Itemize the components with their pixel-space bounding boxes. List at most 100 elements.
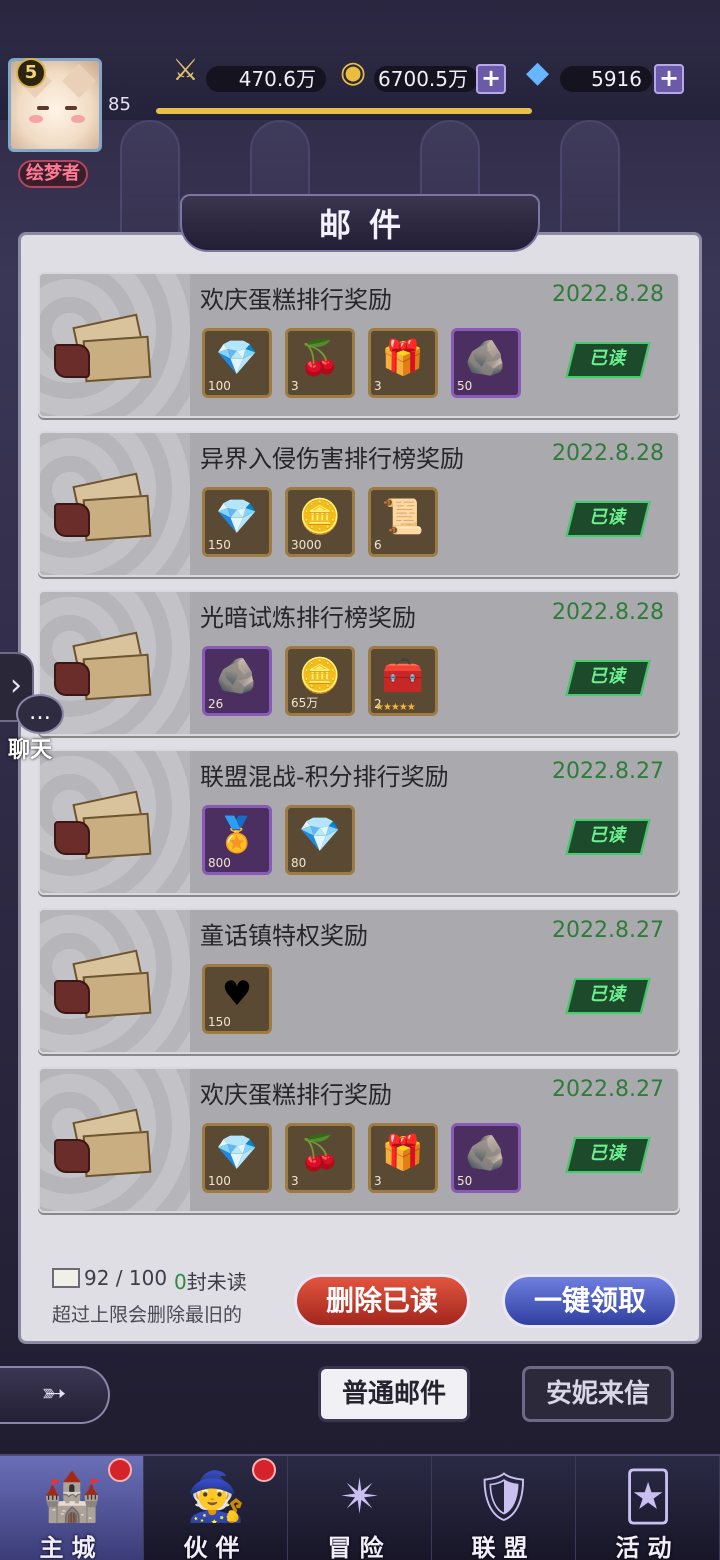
adventure-icon: ✴ [339, 1469, 381, 1525]
chat-label[interactable]: 聊天 [8, 732, 52, 764]
reward-item[interactable]: 🪙 3000 [285, 487, 355, 557]
player-exp-level: 85 [108, 94, 131, 115]
nav-label: 联盟 [471, 1534, 536, 1560]
reward-item[interactable]: 🪙 65万 [285, 646, 355, 716]
gold-coin-icon: ◉ [340, 55, 367, 90]
mail-item[interactable]: 光暗试炼排行榜奖励 2022.8.28 🪨 26 🪙 65万 🧰 2 ★★★★★… [38, 590, 680, 736]
exp-progress-bar [156, 108, 532, 114]
mail-item[interactable]: 欢庆蛋糕排行奖励 2022.8.28 💎 100 🍒 3 🎁 3 🪨 50 已读 [38, 272, 680, 418]
rune-stone-icon: 🪨 [464, 338, 508, 378]
rune-stone-icon: 🪨 [464, 1133, 508, 1173]
mail-date: 2022.8.28 [552, 282, 664, 307]
reward-item[interactable]: 🪨 26 [202, 646, 272, 716]
claim-all-button[interactable]: 一键领取 [502, 1274, 678, 1328]
gold-coin-icon: 🪙 [298, 497, 342, 537]
back-button[interactable]: ➳ [0, 1366, 110, 1424]
reward-count: 50 [457, 1174, 473, 1188]
reward-item[interactable]: 🧰 2 ★★★★★ [368, 646, 438, 716]
reward-list: 🏅 800 💎 80 [202, 805, 355, 875]
reward-count: 50 [457, 379, 473, 393]
reward-item[interactable]: 🪨 50 [451, 328, 521, 398]
reward-count: 100 [208, 379, 231, 393]
diamond-icon: 💎 [215, 338, 259, 378]
gold-coin-icon: 🪙 [298, 656, 342, 696]
envelope-icon [52, 1268, 80, 1288]
tab-normal-mail[interactable]: 普通邮件 [318, 1366, 470, 1422]
read-status-badge: 已读 [565, 501, 651, 537]
mailbox-limit-hint: 超过上限会删除最旧的 [52, 1304, 243, 1326]
mail-title: 异界入侵伤害排行榜奖励 [200, 445, 464, 473]
reward-item[interactable]: 💎 150 [202, 487, 272, 557]
reward-item[interactable]: 🍒 3 [285, 328, 355, 398]
mail-item[interactable]: 欢庆蛋糕排行奖励 2022.8.27 💎 100 🍒 3 🎁 3 🪨 50 已读 [38, 1067, 680, 1213]
diamond-icon: 💎 [298, 815, 342, 855]
reward-list: 💎 150 🪙 3000 📜 6 [202, 487, 438, 557]
mail-date: 2022.8.27 [552, 918, 664, 943]
mail-title: 联盟混战-积分排行奖励 [200, 763, 449, 791]
mail-item[interactable]: 童话镇特权奖励 2022.8.27 ♥ 150 已读 [38, 908, 680, 1054]
cake-icon: 🍒 [298, 1133, 342, 1173]
add-diamond-button[interactable]: + [654, 64, 684, 94]
nav-main-city[interactable]: 🏰 主城 [0, 1456, 144, 1560]
reward-item[interactable]: 💎 80 [285, 805, 355, 875]
cake-icon: 🍒 [298, 338, 342, 378]
reward-count: 6 [374, 538, 382, 552]
alliance-icon: 🛡 [473, 1469, 535, 1525]
scroll-icon: 📜 [381, 497, 425, 537]
reward-count: 150 [208, 1015, 231, 1029]
diamond-icon: 💎 [215, 1133, 259, 1173]
nav-alliance[interactable]: 🛡 联盟 [432, 1456, 576, 1560]
reward-item[interactable]: 🍒 3 [285, 1123, 355, 1193]
envelope-icon [54, 472, 152, 543]
hero-chest-icon: 🧰 [381, 656, 425, 696]
reward-item[interactable]: 💎 100 [202, 328, 272, 398]
reward-count: 26 [208, 697, 224, 711]
treasure-box-icon: 🎁 [381, 338, 425, 378]
reward-item[interactable]: 📜 6 [368, 487, 438, 557]
notification-dot [252, 1458, 276, 1482]
diamond-icon: 💎 [215, 497, 259, 537]
read-status-badge: 已读 [565, 978, 651, 1014]
nav-adventure[interactable]: ✴ 冒险 [288, 1456, 432, 1560]
back-arrow-icon: ➳ [41, 1376, 67, 1411]
reward-count: 100 [208, 1174, 231, 1188]
reward-item[interactable]: 🎁 3 [368, 1123, 438, 1193]
reward-list: 💎 100 🍒 3 🎁 3 🪨 50 [202, 1123, 521, 1193]
nav-partners[interactable]: 🧙 伙伴 [144, 1456, 288, 1560]
mail-count: 92 / 100 [84, 1266, 168, 1290]
rune-stone-icon: 🪨 [215, 656, 259, 696]
mail-date: 2022.8.28 [552, 600, 664, 625]
reward-item[interactable]: 🪨 50 [451, 1123, 521, 1193]
player-level-badge: 5 [16, 58, 46, 88]
read-status-badge: 已读 [565, 1137, 651, 1173]
events-icon: 🃏 [623, 1469, 673, 1525]
chevron-right-icon: › [10, 668, 22, 703]
reward-item[interactable]: ♥ 150 [202, 964, 272, 1034]
mail-title: 欢庆蛋糕排行奖励 [200, 1081, 392, 1109]
diamond-value: 5916 [560, 66, 652, 92]
mail-item[interactable]: 异界入侵伤害排行榜奖励 2022.8.28 💎 150 🪙 3000 📜 6 已… [38, 431, 680, 577]
tab-annie-letters[interactable]: 安妮来信 [522, 1366, 674, 1422]
reward-item[interactable]: 💎 100 [202, 1123, 272, 1193]
delete-read-button[interactable]: 删除已读 [294, 1274, 470, 1328]
chat-bubble-icon[interactable]: … [16, 694, 64, 734]
envelope-icon [54, 631, 152, 702]
nav-events[interactable]: 🃏 活动 [576, 1456, 720, 1560]
diamond-icon: ◆ [526, 55, 550, 90]
heart-gem-icon: ♥ [221, 974, 253, 1014]
mail-item[interactable]: 联盟混战-积分排行奖励 2022.8.27 🏅 800 💎 80 已读 [38, 749, 680, 895]
envelope-icon [54, 949, 152, 1020]
reward-item[interactable]: 🏅 800 [202, 805, 272, 875]
read-status-badge: 已读 [565, 819, 651, 855]
mail-date: 2022.8.28 [552, 441, 664, 466]
player-title-badge[interactable]: 绘梦者 [18, 160, 88, 188]
add-gold-button[interactable]: + [476, 64, 506, 94]
nav-label: 伙伴 [183, 1534, 248, 1560]
mail-date: 2022.8.27 [552, 1077, 664, 1102]
reward-list: 🪨 26 🪙 65万 🧰 2 ★★★★★ [202, 646, 438, 716]
reward-count: 3 [291, 379, 299, 393]
reward-item[interactable]: 🎁 3 [368, 328, 438, 398]
unread-count: 0封未读 [174, 1266, 247, 1295]
gold-value: 6700.5万 [374, 66, 478, 92]
reward-count: 150 [208, 538, 231, 552]
